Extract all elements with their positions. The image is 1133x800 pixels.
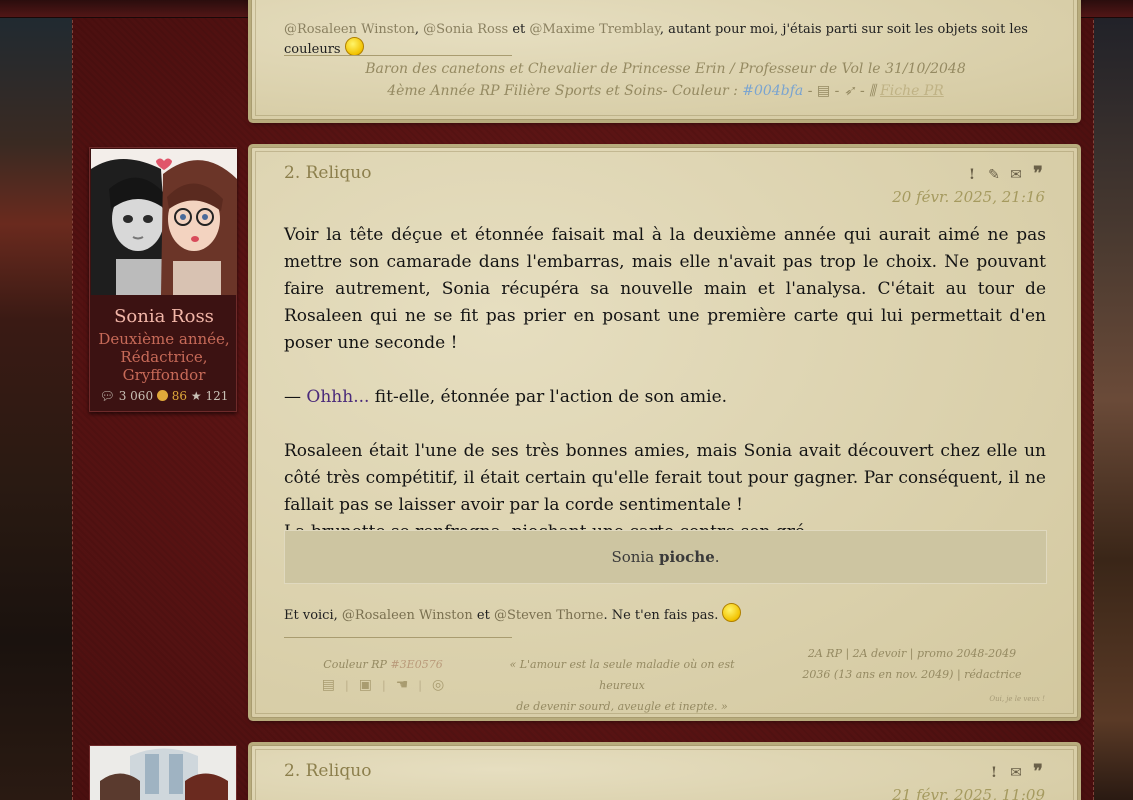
signature-color-block: Couleur RP #3E0576 ▤ | ▣ | ☚ | ◎	[308, 654, 458, 696]
post-paragraph: Voir la tête déçue et étonnée faisait ma…	[284, 225, 1046, 353]
color-code: #004bfa	[742, 83, 804, 99]
post-paragraph: Rosaleen était l'une de ses très bonnes …	[284, 441, 1046, 515]
post-mentions: Et voici, @Rosaleen Winston et @Steven T…	[284, 603, 742, 623]
hand-icon[interactable]: ☚	[396, 675, 409, 696]
post-date: 20 févr. 2025, 21:16	[892, 188, 1045, 206]
post-actions: ! ✉ ❞	[987, 763, 1045, 782]
message-count: 3 060	[118, 389, 154, 403]
signature-divider	[284, 55, 512, 56]
background-left	[0, 0, 80, 800]
lightbulb-icon[interactable]: ◎	[432, 675, 444, 696]
post-title[interactable]: 2. Reliquo	[284, 163, 371, 183]
quote-icon[interactable]: ❞	[1031, 763, 1045, 781]
mention-link[interactable]: @Rosaleen Winston	[284, 22, 415, 37]
post-panel: 2. Reliquo ! ✎ ✉ ❞ 20 févr. 2025, 21:16 …	[251, 147, 1078, 718]
edit-icon[interactable]: ✎	[987, 167, 1001, 183]
post-actions: ! ✎ ✉ ❞	[965, 165, 1045, 184]
signature-icons: ▤ | ▣ | ☚ | ◎	[308, 675, 458, 696]
report-icon[interactable]: !	[987, 765, 1001, 781]
post-paragraph: — Ohhh... fit-elle, étonnée par l'action…	[284, 387, 728, 407]
previous-post-signature-line2: 4ème Année RP Filière Sports et Soins- C…	[387, 83, 944, 99]
post-date: 21 févr. 2025, 11:09	[892, 786, 1045, 800]
mention-link[interactable]: @Rosaleen Winston	[342, 608, 473, 623]
dialogue-text: Ohhh...	[306, 387, 370, 407]
previous-post-mentions: @Rosaleen Winston, @Sonia Ross et @Maxim…	[284, 22, 1028, 57]
coin-count: 86	[171, 389, 188, 403]
color-code: #3E0576	[390, 658, 443, 671]
signature-info: 2A RP | 2A devoir | promo 2048-2049 2036…	[802, 647, 1022, 681]
message-icon: 💬︎	[99, 389, 115, 403]
report-icon[interactable]: !	[965, 167, 979, 183]
mention-link[interactable]: @Sonia Ross	[423, 22, 508, 37]
dice-action: pioche	[658, 548, 715, 566]
coin-icon	[156, 390, 168, 401]
next-author-avatar[interactable]	[89, 745, 237, 800]
author-profile-card: Sonia Ross Deuxième année, Rédactrice, G…	[89, 147, 237, 412]
wink-smiley-icon	[344, 37, 364, 56]
dice-roll-box: Sonia pioche.	[284, 530, 1047, 584]
stats-icon[interactable]: ⫼	[869, 83, 875, 99]
signature-quote: « L'amour est la seule maladie où on est…	[509, 658, 735, 713]
id-card-icon[interactable]: ▤	[322, 675, 335, 696]
wink-smiley-icon	[722, 603, 742, 622]
mail-icon[interactable]: ✉	[1009, 765, 1023, 781]
fiche-pr-link[interactable]: Fiche PR	[880, 83, 944, 99]
previous-post-panel: @Rosaleen Winston, @Sonia Ross et @Maxim…	[251, 0, 1078, 120]
post-title[interactable]: 2. Reliquo	[284, 761, 371, 781]
avatar[interactable]	[91, 149, 237, 295]
profile-stats: 💬︎ 3 060 86 ★ 121	[90, 389, 238, 403]
reputation-count: 121	[205, 389, 229, 403]
mention-link[interactable]: @Steven Thorne	[494, 608, 604, 623]
star-icon: ★	[190, 389, 202, 403]
quote-icon[interactable]: ❞	[1031, 165, 1045, 183]
profile-role: Deuxième année, Rédactrice, Gryffondor	[98, 330, 230, 384]
avatar-illustration	[91, 149, 237, 295]
next-post-panel: 2. Reliquo ! ✉ ❞ 21 févr. 2025, 11:09	[251, 745, 1078, 800]
previous-post-signature-line1: Baron des canetons et Chevalier de Princ…	[365, 61, 966, 77]
id-card-icon[interactable]: ▤	[817, 83, 830, 99]
send-icon[interactable]: ➶	[844, 83, 856, 99]
avatar-illustration	[90, 746, 236, 800]
mention-link[interactable]: @Maxime Tremblay	[529, 22, 659, 37]
post-body: Voir la tête déçue et étonnée faisait ma…	[284, 222, 1046, 546]
signature-divider	[284, 637, 512, 638]
mail-icon[interactable]: ✉	[1009, 167, 1023, 183]
profile-icon[interactable]: ▣	[359, 675, 372, 696]
signature-tiny-text: Oui, je le veux !	[989, 695, 1045, 703]
profile-name[interactable]: Sonia Ross	[90, 306, 238, 327]
